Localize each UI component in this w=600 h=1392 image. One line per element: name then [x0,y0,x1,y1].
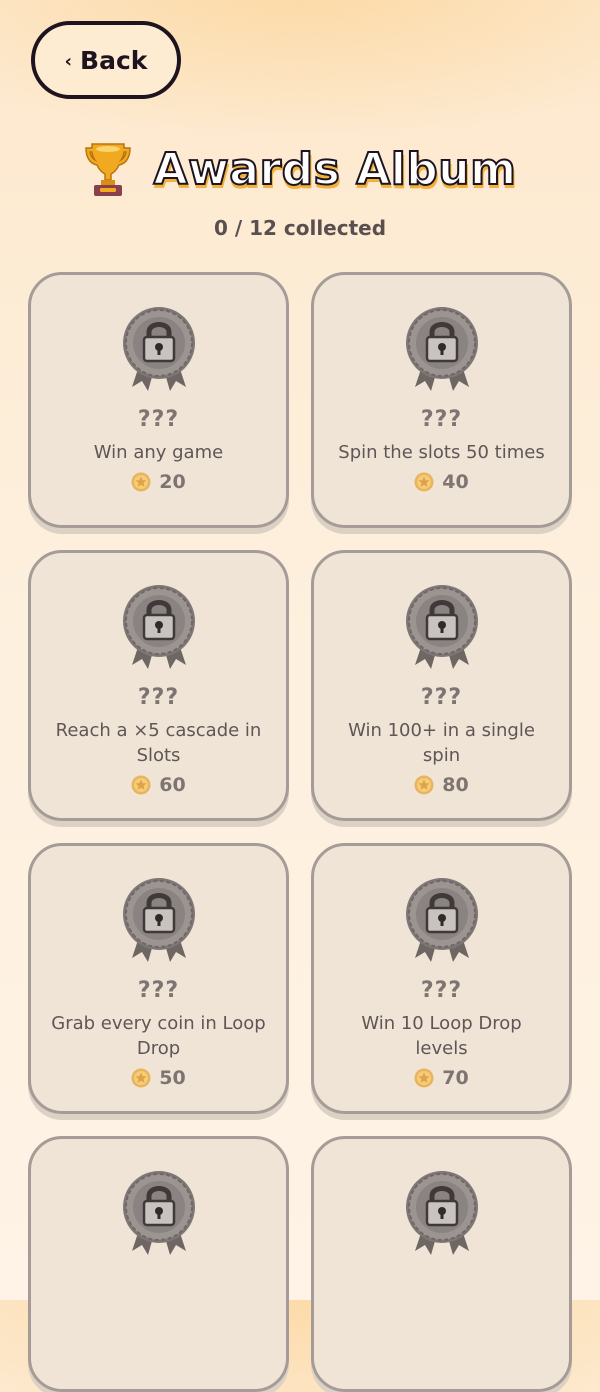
coin-icon [414,1068,434,1088]
award-card[interactable]: ??? Spin the slots 50 times 40 [311,272,572,528]
award-description: Win any game [93,442,224,463]
locked-medal-icon [405,585,478,669]
award-card[interactable]: ??? Win 100+ in a single spin 80 [311,550,572,821]
collected-counter: 0 / 12 collected [213,216,387,240]
locked-medal-icon [405,878,478,962]
award-card[interactable]: ??? Reach a ×5 cascade in Slots 60 [28,550,289,821]
reward-amount: 80 [442,774,469,796]
award-reward: 40 [414,471,469,493]
award-name: ??? [137,978,180,1003]
award-name: ??? [137,685,180,710]
reward-amount: 20 [159,471,186,493]
locked-medal-icon [122,878,195,962]
chevron-left-icon: ‹ [64,50,73,72]
locked-medal-icon [122,585,195,669]
coin-icon [414,472,434,492]
award-description: Reach a ×5 cascade in Slots [55,720,262,766]
award-name: ??? [137,407,180,432]
award-name: ??? [420,978,463,1003]
locked-medal-icon [122,1171,195,1255]
award-description: Spin the slots 50 times [338,442,545,463]
reward-amount: 70 [442,1067,469,1089]
award-description: Grab every coin in Loop Drop [51,1013,266,1059]
reward-amount: 40 [442,471,469,493]
award-reward: 20 [131,471,186,493]
award-reward: 70 [414,1067,469,1089]
award-card[interactable] [311,1136,572,1392]
locked-medal-icon [122,307,195,391]
page-title: Awards Album [153,143,517,196]
locked-medal-icon [405,307,478,391]
award-name: ??? [420,685,463,710]
award-reward: 60 [131,774,186,796]
reward-amount: 60 [159,774,186,796]
award-card[interactable]: ??? Win 10 Loop Drop levels 70 [311,843,572,1114]
award-card[interactable]: ??? Win any game 20 [28,272,289,528]
awards-grid: ??? Win any game 20 ??? Spin the slots 5… [28,272,572,1392]
award-description: Win 10 Loop Drop levels [361,1013,522,1059]
coin-icon [131,472,151,492]
award-card[interactable] [28,1136,289,1392]
award-name: ??? [420,407,463,432]
award-reward: 50 [131,1067,186,1089]
coin-icon [131,775,151,795]
page-header: Awards Album [0,140,600,198]
reward-amount: 50 [159,1067,186,1089]
coin-icon [131,1068,151,1088]
back-label: Back [80,45,148,75]
locked-medal-icon [405,1171,478,1255]
award-reward: 80 [414,774,469,796]
award-description: Win 100+ in a single spin [348,720,535,766]
back-button[interactable]: ‹ Back [31,21,181,99]
award-card[interactable]: ??? Grab every coin in Loop Drop 50 [28,843,289,1114]
coin-icon [414,775,434,795]
trophy-icon [84,143,131,196]
